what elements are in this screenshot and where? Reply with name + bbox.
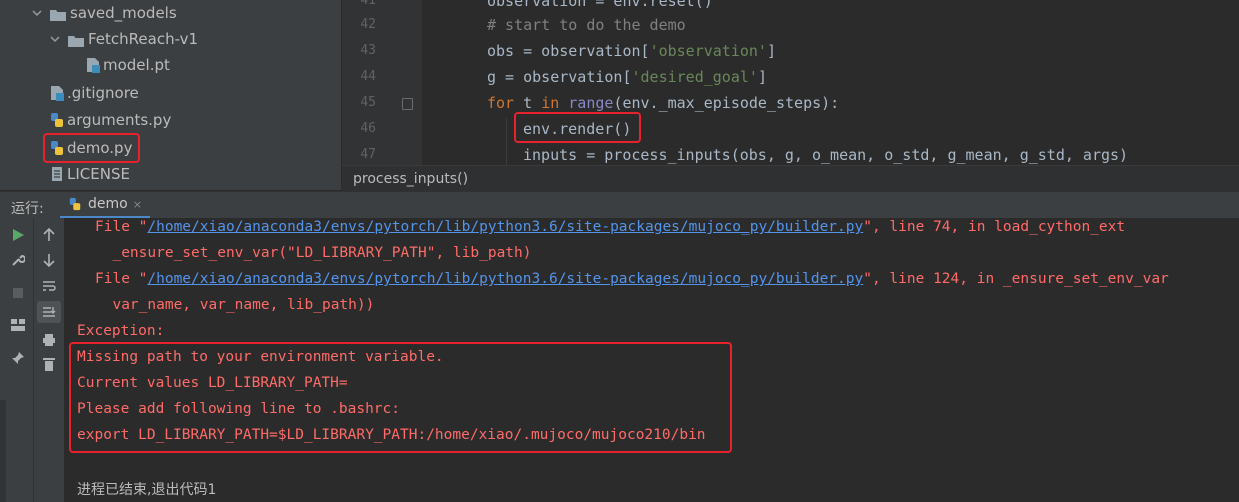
line-number: 43 bbox=[360, 43, 376, 58]
folder-icon bbox=[50, 7, 66, 21]
tree-item-license[interactable]: LICENSE bbox=[50, 161, 130, 187]
tree-item-label: arguments.py bbox=[67, 111, 172, 129]
chevron-down-icon[interactable] bbox=[48, 32, 62, 46]
code-line: env.render() bbox=[523, 120, 632, 138]
tab-label: demo bbox=[88, 196, 128, 212]
fold-toggle-icon[interactable] bbox=[402, 98, 413, 110]
layout-icon[interactable] bbox=[8, 315, 28, 335]
python-file-icon bbox=[68, 197, 82, 211]
code-line: inputs = process_inputs(obs, g, o_mean, … bbox=[523, 146, 1129, 164]
code-line: obs = observation['observation'] bbox=[487, 42, 776, 60]
tree-item-model-pt[interactable]: model.pt bbox=[86, 52, 170, 78]
run-panel-header: 运行: demo × bbox=[0, 191, 1239, 219]
traceback-file-link[interactable]: /home/xiao/anaconda3/envs/pytorch/lib/py… bbox=[147, 219, 863, 235]
tree-item-demo-py[interactable]: demo.py bbox=[50, 135, 132, 161]
console-line: _ensure_set_env_var("LD_LIBRARY_PATH", l… bbox=[95, 245, 532, 261]
text-file-icon bbox=[50, 166, 64, 182]
breadcrumb[interactable]: process_inputs() bbox=[342, 165, 1239, 191]
tab-demo[interactable]: demo × bbox=[60, 192, 150, 219]
tree-item-label: saved_models bbox=[70, 4, 177, 22]
python-file-icon bbox=[50, 112, 64, 128]
chevron-down-icon[interactable] bbox=[30, 6, 44, 20]
folder-icon bbox=[68, 33, 84, 47]
tree-item-label: .gitignore bbox=[67, 84, 139, 102]
arrow-up-icon[interactable] bbox=[39, 225, 59, 245]
trash-icon[interactable] bbox=[39, 354, 59, 374]
pin-icon[interactable] bbox=[8, 348, 28, 368]
arrow-down-icon[interactable] bbox=[39, 250, 59, 270]
console-output[interactable]: File "/home/xiao/anaconda3/envs/pytorch/… bbox=[64, 218, 1239, 502]
line-number: 46 bbox=[360, 121, 376, 136]
console-line: File "/home/xiao/anaconda3/envs/pytorch/… bbox=[95, 271, 1169, 287]
console-line: File "/home/xiao/anaconda3/envs/pytorch/… bbox=[95, 219, 1126, 235]
code-editor[interactable]: 41 42 43 44 45 46 47 observation = env.r… bbox=[342, 0, 1239, 165]
tree-item-gitignore[interactable]: .gitignore bbox=[50, 80, 139, 106]
rerun-icon[interactable] bbox=[8, 225, 28, 245]
side-strip bbox=[0, 400, 6, 502]
scroll-to-end-icon[interactable] bbox=[37, 301, 61, 323]
project-tree: saved_models FetchReach-v1 model.pt .git… bbox=[0, 0, 341, 190]
line-number: 41 bbox=[360, 0, 376, 8]
wrench-icon[interactable] bbox=[8, 250, 28, 270]
tree-item-label: demo.py bbox=[67, 139, 133, 157]
code-line: for t in range(env._max_episode_steps): bbox=[487, 94, 840, 112]
tree-item-label: model.pt bbox=[103, 56, 170, 74]
file-icon bbox=[86, 57, 100, 73]
stop-icon[interactable] bbox=[8, 283, 28, 303]
code-line: observation = env.reset() bbox=[487, 0, 713, 10]
console-line: Current values LD_LIBRARY_PATH= bbox=[77, 375, 348, 391]
soft-wrap-icon[interactable] bbox=[39, 276, 59, 296]
run-toolbar-secondary bbox=[34, 218, 64, 502]
console-line: Missing path to your environment variabl… bbox=[77, 349, 444, 365]
code-line: g = observation['desired_goal'] bbox=[487, 68, 767, 86]
close-icon[interactable]: × bbox=[133, 198, 142, 211]
line-number: 42 bbox=[360, 17, 376, 32]
tree-item-saved-models[interactable]: saved_models bbox=[30, 0, 177, 26]
tree-item-arguments-py[interactable]: arguments.py bbox=[50, 107, 171, 133]
run-panel-title: 运行: bbox=[11, 201, 44, 217]
indent-guide bbox=[506, 118, 507, 165]
line-number: 44 bbox=[360, 69, 376, 84]
tree-item-label: FetchReach-v1 bbox=[88, 30, 199, 48]
line-number: 47 bbox=[360, 147, 376, 162]
console-line: export LD_LIBRARY_PATH=$LD_LIBRARY_PATH:… bbox=[77, 427, 706, 443]
line-number: 45 bbox=[360, 95, 376, 110]
console-line: Please add following line to .bashrc: bbox=[77, 401, 401, 417]
console-line: var_name, var_name, lib_path)) bbox=[95, 297, 375, 313]
tree-item-fetchreach[interactable]: FetchReach-v1 bbox=[48, 26, 198, 52]
print-icon[interactable] bbox=[39, 330, 59, 350]
tree-item-label: LICENSE bbox=[67, 165, 130, 183]
code-line: # start to do the demo bbox=[487, 16, 686, 34]
console-line: Exception: bbox=[77, 323, 165, 339]
traceback-file-link[interactable]: /home/xiao/anaconda3/envs/pytorch/lib/py… bbox=[147, 271, 863, 287]
file-icon bbox=[50, 85, 64, 101]
python-file-icon bbox=[50, 140, 64, 156]
process-exit-message: 进程已结束,退出代码1 bbox=[77, 482, 217, 498]
